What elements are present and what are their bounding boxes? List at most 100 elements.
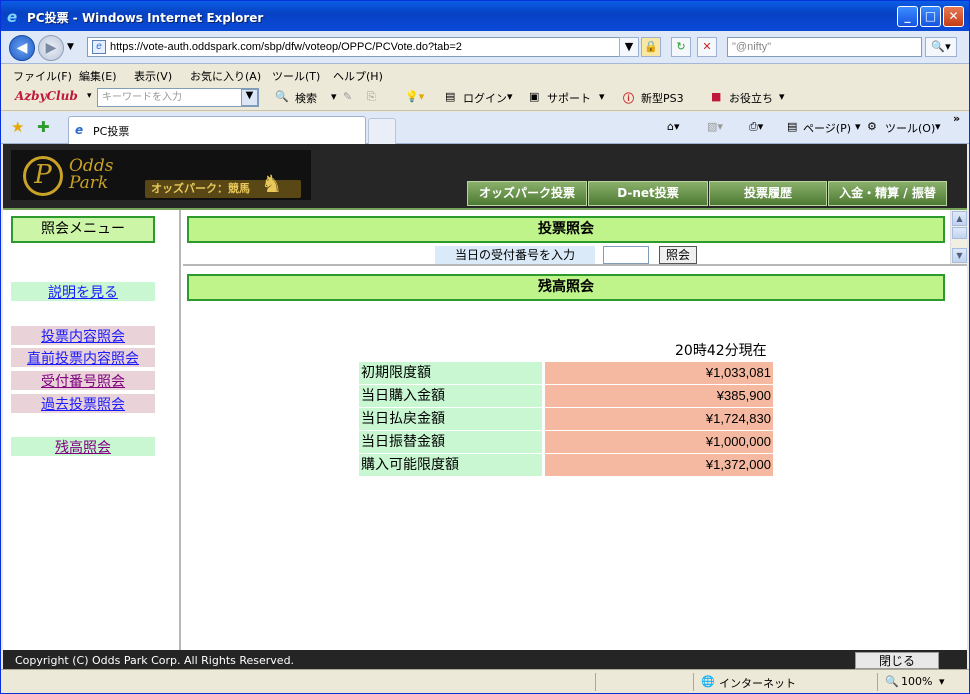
menu-help[interactable]: ヘルプ(H) xyxy=(333,68,383,84)
useful-link[interactable]: お役立ち xyxy=(729,90,773,106)
print-icon[interactable]: ⎙▾ xyxy=(749,120,763,134)
recent-vote-link[interactable]: 直前投票内容照会 xyxy=(11,348,155,367)
copyright-text: Copyright (C) Odds Park Corp. All Rights… xyxy=(15,654,295,667)
search-go-button[interactable]: 🔍▾ xyxy=(925,37,957,57)
logo-line2: Park xyxy=(69,173,109,193)
forward-button[interactable]: ▶ xyxy=(38,35,64,61)
status-divider xyxy=(595,673,596,691)
alert-icon[interactable]: ⓘ xyxy=(623,90,634,106)
row-value: ¥1,724,830 xyxy=(545,408,773,430)
logo-p-icon: P xyxy=(23,156,63,196)
receipt-input-label: 当日の受付番号を入力 xyxy=(435,246,595,264)
site-header: P Odds Park オッズパーク：競馬 ♞ オッズパーク投票 D-net投票… xyxy=(3,144,967,208)
useful-dropdown-icon[interactable]: ▾ xyxy=(779,90,785,103)
status-bar: 🌐 インターネット 🔍 100% ▾ xyxy=(1,669,969,693)
scroll-thumb[interactable] xyxy=(952,227,967,239)
security-lock-icon[interactable]: 🔒 xyxy=(641,37,661,57)
login-icon[interactable]: ▤ xyxy=(445,90,455,103)
menu-file[interactable]: ファイル(F) xyxy=(13,68,72,84)
minimize-button[interactable]: _ xyxy=(897,6,918,27)
dropdown-icon[interactable]: ▾ xyxy=(331,90,337,103)
receipt-number-link[interactable]: 受付番号照会 xyxy=(11,371,155,390)
page-menu[interactable]: ページ(P) xyxy=(803,120,851,136)
tools-menu[interactable]: ツール(O) xyxy=(885,120,935,136)
scroll-down-icon[interactable]: ▼ xyxy=(952,248,967,263)
past-vote-link[interactable]: 過去投票照会 xyxy=(11,394,155,413)
oddspark-logo[interactable]: P Odds Park オッズパーク：競馬 ♞ xyxy=(11,150,311,200)
lightbulb-icon[interactable]: 💡▾ xyxy=(405,90,424,103)
zoom-icon[interactable]: 🔍 xyxy=(885,675,899,688)
menu-favorites[interactable]: お気に入り(A) xyxy=(190,68,261,84)
nav-deposit-settlement[interactable]: 入金・精算 / 振替 xyxy=(828,181,947,206)
row-label: 初期限度額 xyxy=(359,362,542,384)
keyword-dropdown-button[interactable]: ▼ xyxy=(241,89,258,106)
browser-window: e PC投票 - Windows Internet Explorer _ □ ✕… xyxy=(0,0,970,694)
azbyclub-logo[interactable]: AzbyClub xyxy=(15,89,78,103)
login-dropdown-icon[interactable]: ▾ xyxy=(507,90,513,103)
pen-icon[interactable]: ✎ xyxy=(343,90,352,103)
horse-icon: ♞ xyxy=(261,170,283,198)
row-label: 当日振替金額 xyxy=(359,431,542,453)
search-magnifier-icon[interactable]: 🔍 xyxy=(275,90,289,103)
azby-dropdown-icon[interactable]: ▾ xyxy=(87,91,92,101)
add-favorite-icon[interactable]: ✚ xyxy=(37,118,50,136)
query-button[interactable]: 照会 xyxy=(659,246,697,264)
nav-vote-history[interactable]: 投票履歴 xyxy=(709,181,827,206)
nav-oddspark-vote[interactable]: オッズパーク投票 xyxy=(467,181,587,206)
menu-header: 照会メニュー xyxy=(11,216,155,243)
support-button[interactable]: サポート xyxy=(547,90,591,106)
receipt-number-input[interactable] xyxy=(603,246,649,264)
zoom-dropdown-icon[interactable]: ▾ xyxy=(939,675,945,688)
row-label: 当日払戻金額 xyxy=(359,408,542,430)
menu-view[interactable]: 表示(V) xyxy=(134,68,172,84)
chevron-more-icon[interactable]: » xyxy=(953,112,960,125)
stop-icon[interactable]: ✕ xyxy=(697,37,717,57)
history-dropdown-icon[interactable]: ▼ xyxy=(67,42,74,52)
row-label: 購入可能限度額 xyxy=(359,454,542,476)
tools-dropdown-icon[interactable]: ▾ xyxy=(935,120,941,133)
refresh-icon[interactable]: ↻ xyxy=(671,37,691,57)
page-content: P Odds Park オッズパーク：競馬 ♞ オッズパーク投票 D-net投票… xyxy=(3,144,967,669)
tab-pc-vote[interactable]: e PC投票 xyxy=(68,116,366,144)
address-input[interactable]: e https://vote-auth.oddspark.com/sbp/dfw… xyxy=(87,37,637,57)
login-button[interactable]: ログイン xyxy=(463,90,507,106)
gift-icon[interactable]: ■ xyxy=(711,90,721,103)
ps3-link[interactable]: 新型PS3 xyxy=(641,90,684,106)
home-icon[interactable]: ⌂▾ xyxy=(667,120,680,133)
toolbar-search-button[interactable]: 検索 xyxy=(295,90,317,106)
keyword-input[interactable]: キーワードを入力 xyxy=(97,88,259,107)
close-window-button[interactable]: ✕ xyxy=(943,6,964,27)
menu-edit[interactable]: 編集(E) xyxy=(79,68,117,84)
zoom-level[interactable]: 100% xyxy=(901,675,932,688)
balance-title: 残高照会 xyxy=(187,274,945,301)
tools-gear-icon[interactable]: ⚙ xyxy=(867,120,877,133)
menu-tools[interactable]: ツール(T) xyxy=(272,68,320,84)
row-label: 当日購入金額 xyxy=(359,385,542,407)
tab-ie-icon: e xyxy=(75,123,84,137)
status-divider xyxy=(877,673,878,691)
maximize-button[interactable]: □ xyxy=(920,6,941,27)
vote-content-link[interactable]: 投票内容照会 xyxy=(11,326,155,345)
status-divider xyxy=(693,673,694,691)
help-link[interactable]: 説明を見る xyxy=(11,282,155,301)
top-frame-scrollbar[interactable]: ▲ ▼ xyxy=(950,210,967,264)
support-icon[interactable]: ▣ xyxy=(529,90,539,103)
balance-link[interactable]: 残高照会 xyxy=(11,437,155,456)
support-dropdown-icon[interactable]: ▾ xyxy=(599,90,605,103)
feeds-icon[interactable]: ▧▾ xyxy=(707,120,723,133)
search-input[interactable]: "@nifty" xyxy=(727,37,922,57)
menu-bar: ファイル(F) 編集(E) 表示(V) お気に入り(A) ツール(T) ヘルプ(… xyxy=(1,65,969,85)
address-dropdown-button[interactable]: ▼ xyxy=(619,37,639,57)
scroll-up-icon[interactable]: ▲ xyxy=(952,211,967,226)
favorites-star-icon[interactable]: ★ xyxy=(11,118,24,136)
timestamp: 20時42分現在 xyxy=(675,343,767,359)
close-page-button[interactable]: 閉じる xyxy=(855,652,939,669)
document-icon[interactable]: ⎘ xyxy=(367,90,376,104)
nav-dnet-vote[interactable]: D-net投票 xyxy=(588,181,708,206)
row-value: ¥1,000,000 xyxy=(545,431,773,453)
page-dropdown-icon[interactable]: ▾ xyxy=(855,120,861,133)
row-value: ¥385,900 xyxy=(545,385,773,407)
page-menu-icon[interactable]: ▤ xyxy=(787,120,797,133)
back-button[interactable]: ◀ xyxy=(9,35,35,61)
new-tab-button[interactable] xyxy=(368,118,396,144)
